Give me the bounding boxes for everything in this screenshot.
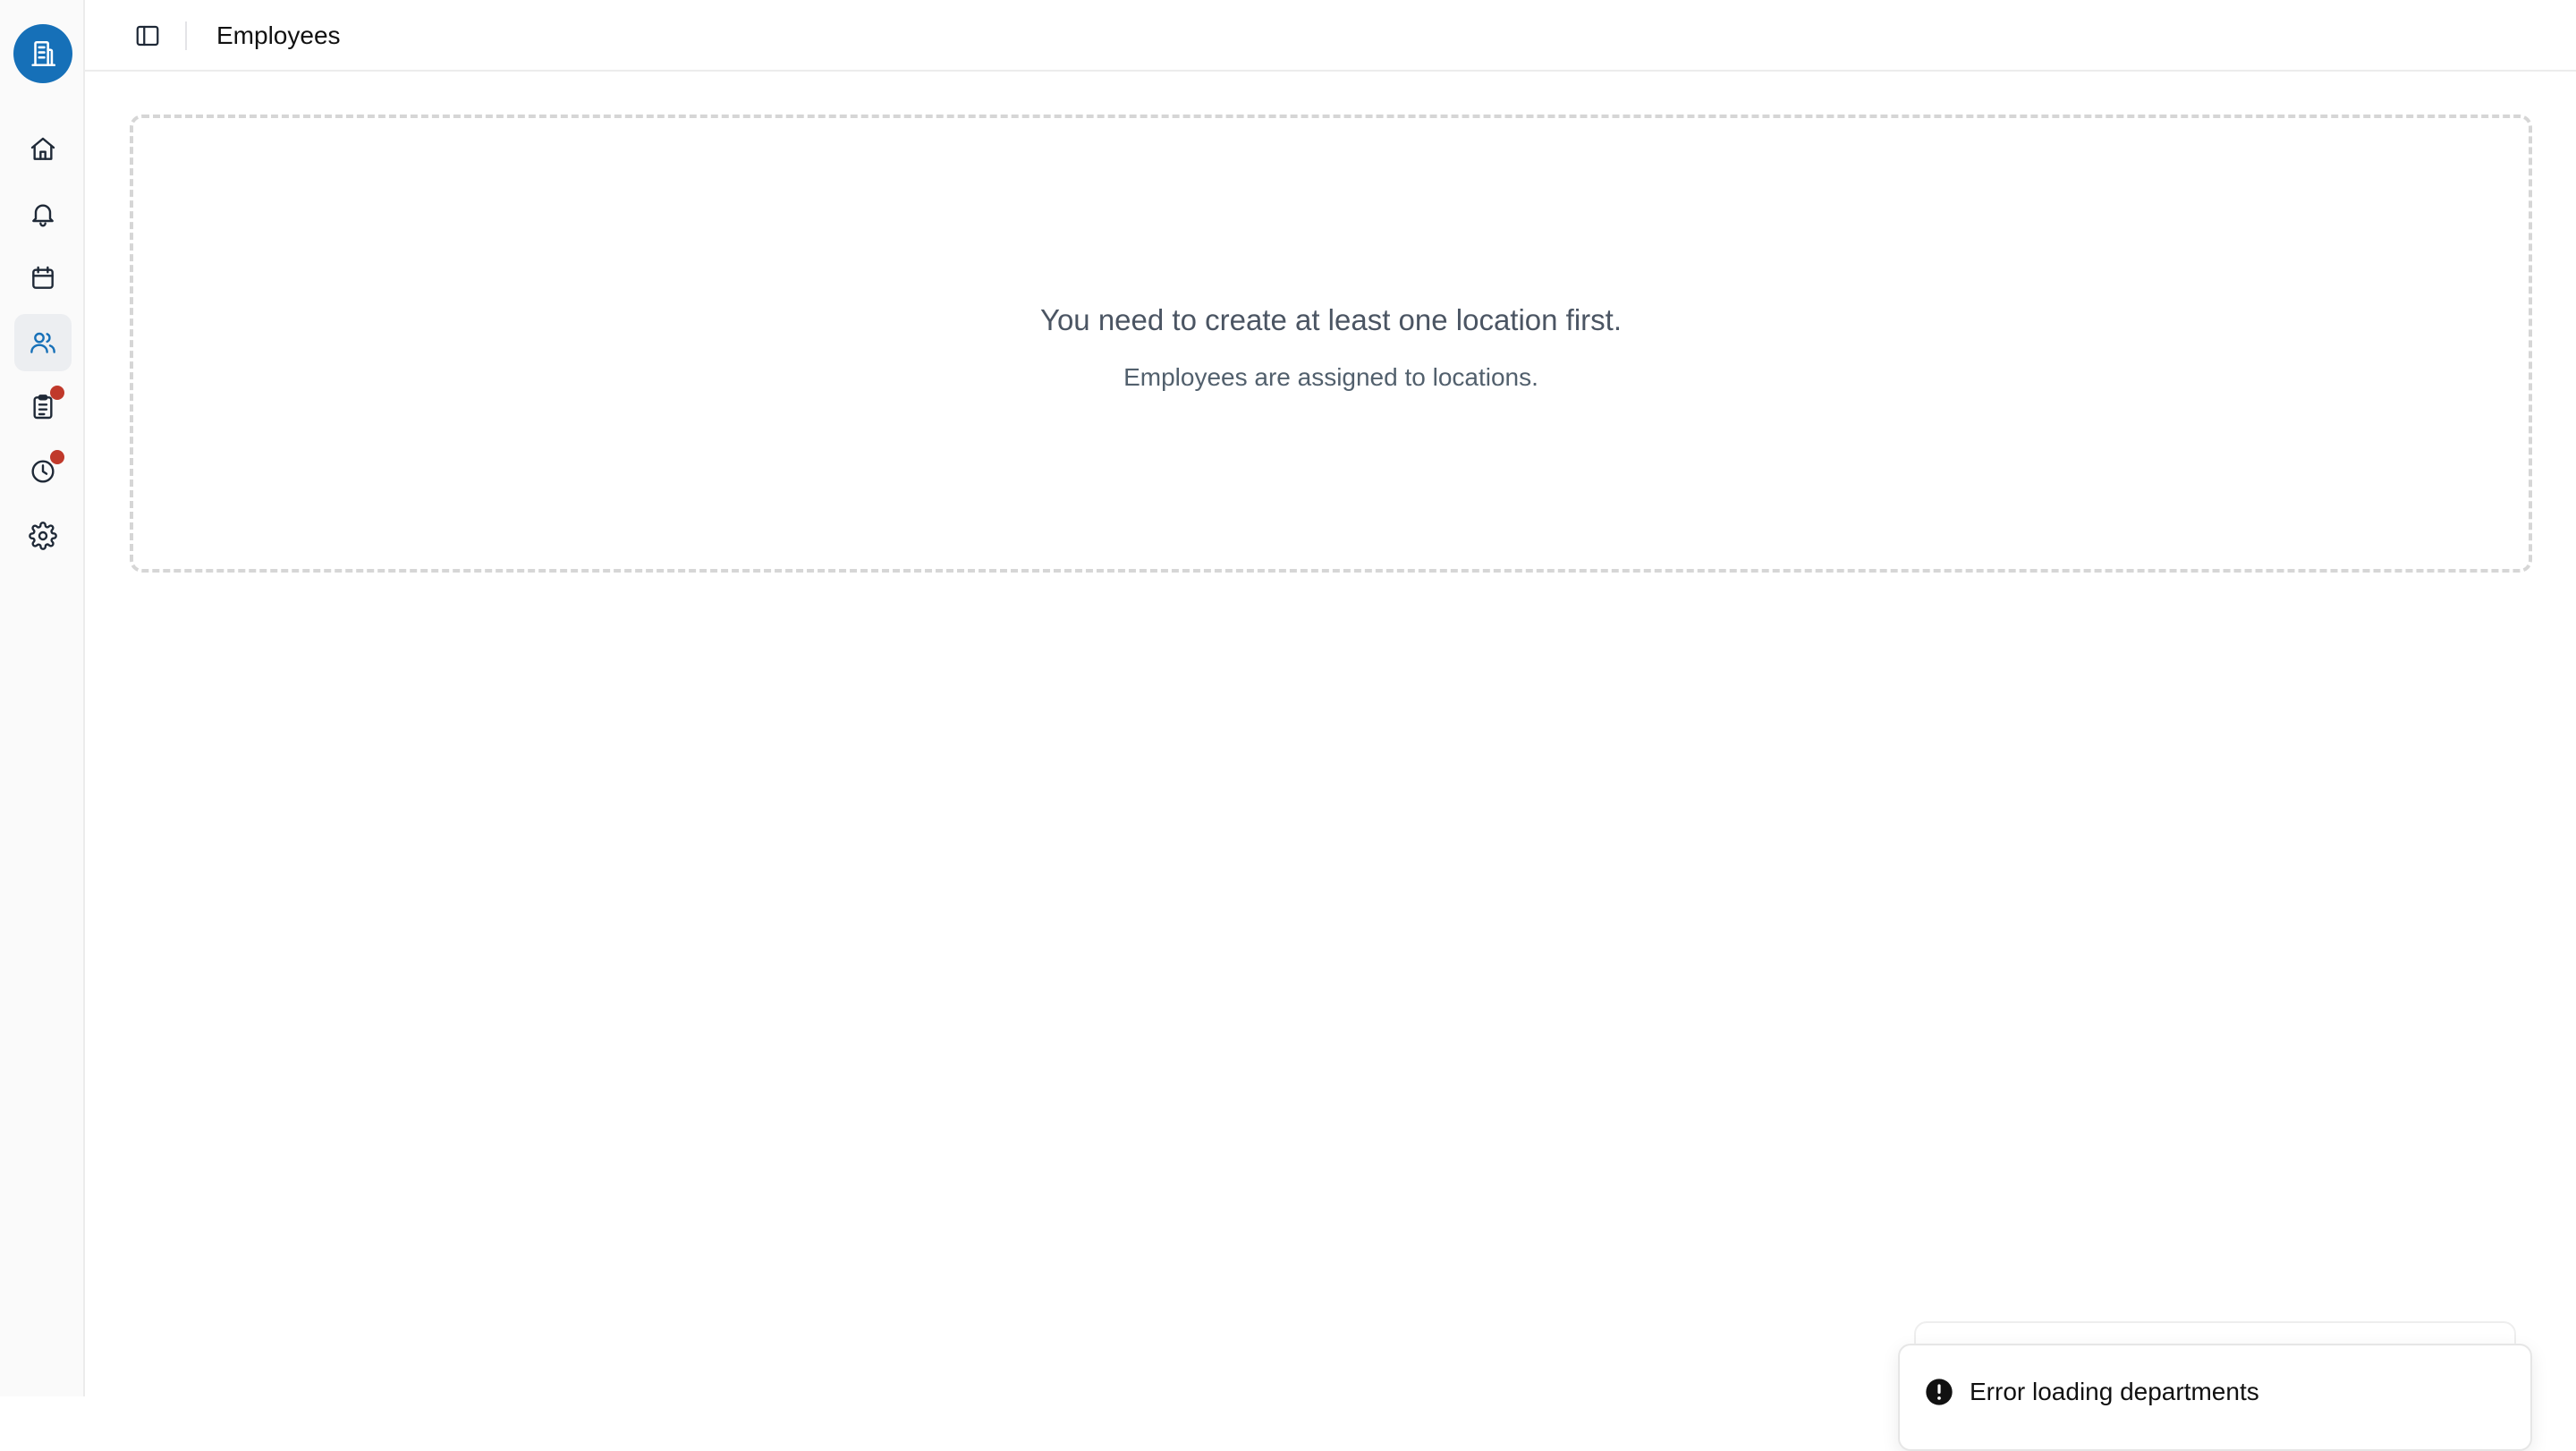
users-icon [30, 332, 55, 353]
home-icon [30, 137, 55, 160]
building-icon [31, 40, 56, 67]
sidebar [0, 0, 85, 1396]
sidebar-item-notifications[interactable] [14, 185, 72, 242]
toast-message: Error loading departments [1970, 1378, 2259, 1405]
empty-state-title: You need to create at least one location… [1039, 303, 1623, 336]
top-bar: Employees [85, 0, 2576, 72]
empty-state-subtitle: Employees are assigned to locations. [1123, 363, 1538, 391]
header-divider [185, 21, 187, 50]
error-toast[interactable]: Error loading departments [1898, 1344, 2532, 1451]
sidebar-item-employees[interactable] [14, 314, 72, 371]
sidebar-toggle-icon [136, 25, 159, 47]
time-notification-badge [50, 450, 64, 464]
page-title: Employees [216, 21, 341, 49]
gear-icon [29, 522, 57, 550]
empty-state: You need to create at least one location… [130, 115, 2532, 573]
calendar-icon [32, 266, 54, 289]
tasks-notification-badge [50, 386, 64, 400]
sidebar-item-calendar[interactable] [14, 250, 72, 307]
sidebar-item-home[interactable] [14, 121, 72, 178]
app-logo[interactable] [13, 24, 72, 83]
alert-circle-icon [1926, 1379, 1953, 1405]
sidebar-item-tasks[interactable] [14, 378, 72, 436]
bell-icon [32, 204, 54, 227]
sidebar-item-settings[interactable] [14, 507, 72, 564]
sidebar-item-time[interactable] [14, 443, 72, 500]
sidebar-toggle-button[interactable] [130, 18, 165, 54]
